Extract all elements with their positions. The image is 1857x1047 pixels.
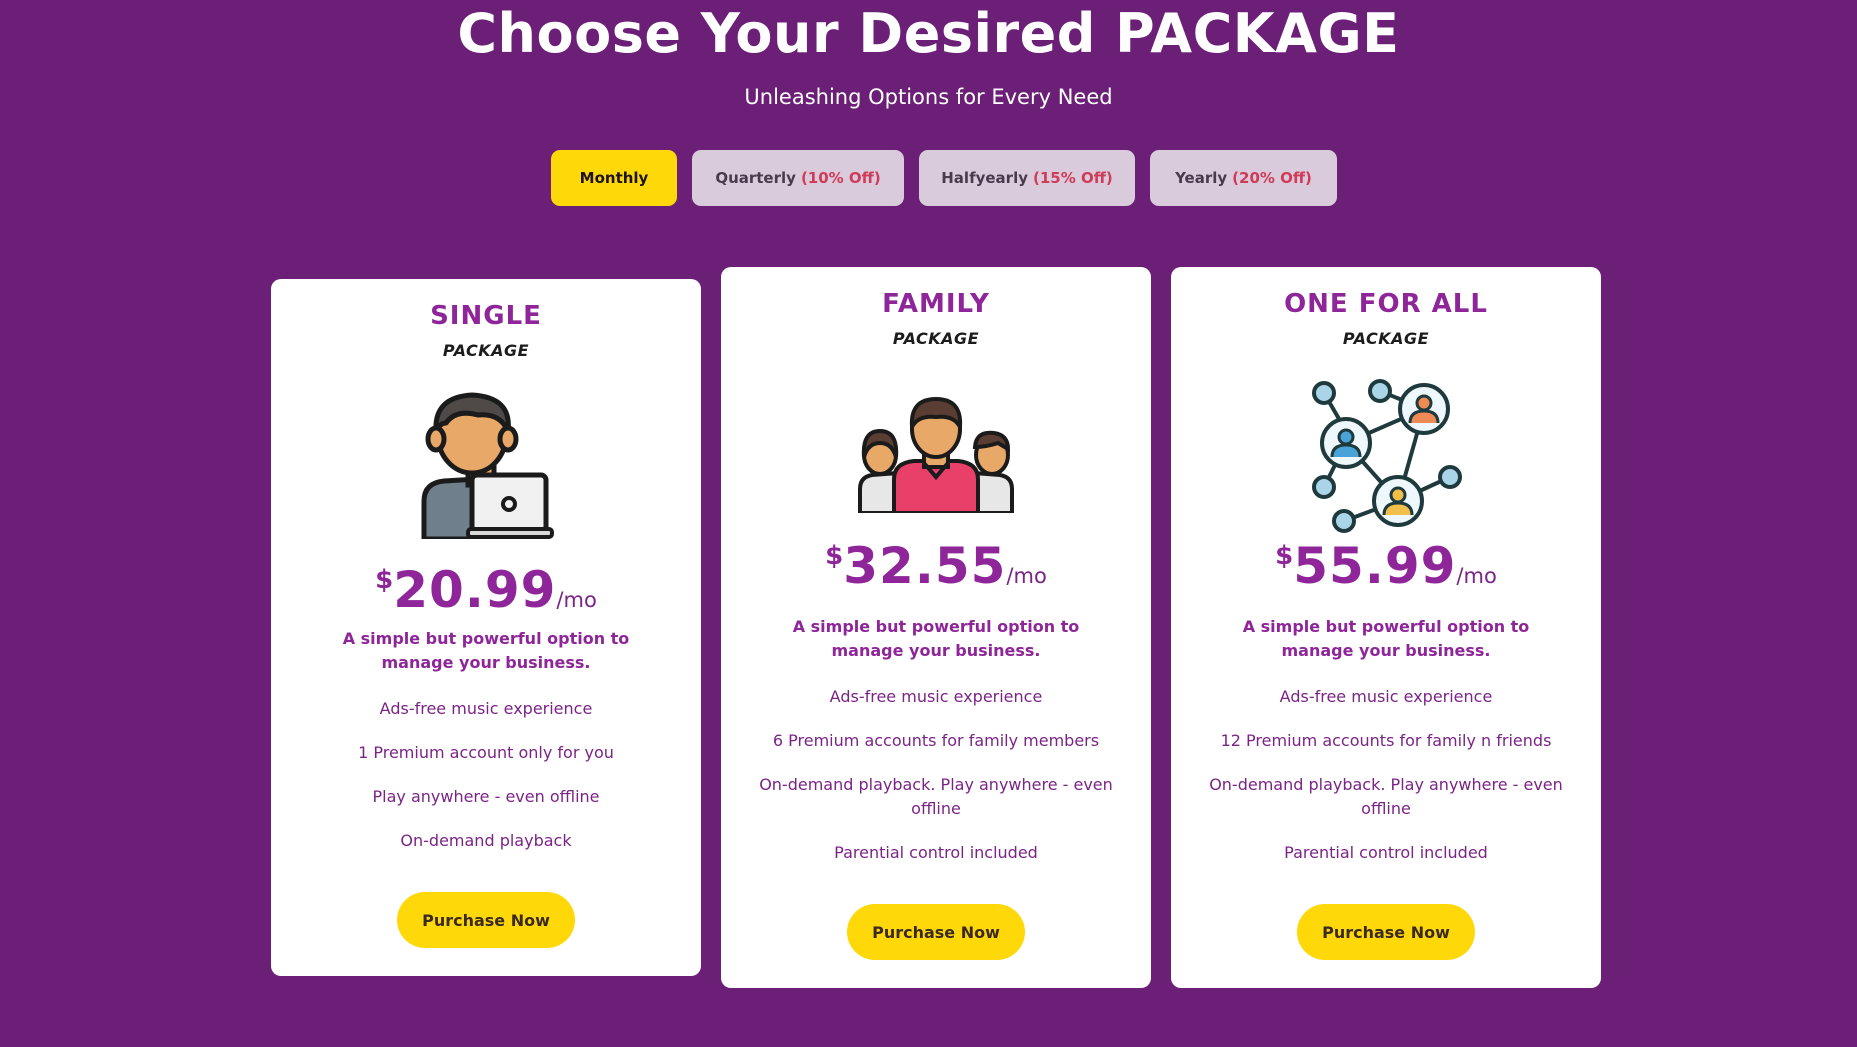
plan-subtitle: PACKAGE [442,341,530,360]
price-currency: $ [825,541,844,571]
plan-subtitle: PACKAGE [1342,329,1430,348]
tab-quarterly-label: Quarterly [715,169,796,187]
tab-halfyearly-label: Halfyearly [941,169,1028,187]
family-icon [858,396,1014,515]
feature-list: Ads-free music experience 1 Premium acco… [301,697,671,873]
purchase-now-button[interactable]: Purchase Now [397,892,575,948]
purchase-now-button[interactable]: Purchase Now [1297,904,1475,960]
price-period: /mo [556,588,597,612]
tab-yearly[interactable]: Yearly (20% Off) [1150,150,1337,206]
feature-list: Ads-free music experience 12 Premium acc… [1201,685,1571,885]
network-users-icon [1308,377,1464,533]
feature-item: Ads-free music experience [1279,687,1493,706]
price-currency: $ [1275,541,1294,571]
price-period: /mo [1456,564,1497,588]
plan-card-single: SINGLE PACKAGE $20.99/mo A simple but po… [271,279,701,976]
tab-quarterly-discount: (10% Off) [800,169,881,187]
plan-description: A simple but powerful option to manage y… [1242,617,1530,660]
price-amount: 32.55 [843,537,1007,595]
tab-monthly[interactable]: Monthly [551,150,677,206]
plan-description: A simple but powerful option to manage y… [792,617,1080,660]
feature-item: 1 Premium account only for you [358,743,614,762]
price-currency: $ [375,565,394,595]
feature-item: Parential control included [834,843,1038,862]
price-period: /mo [1006,564,1047,588]
tab-yearly-label: Yearly [1175,169,1228,187]
person-laptop-icon [416,389,556,542]
feature-item: Parential control included [1284,843,1488,862]
feature-item: On-demand playback. Play anywhere - even… [759,775,1113,818]
plan-description: A simple but powerful option to manage y… [342,629,630,672]
tab-halfyearly[interactable]: Halfyearly (15% Off) [919,150,1135,206]
page-title: Choose Your Desired PACKAGE [457,2,1400,65]
plan-card-family: FAMILY PACKAGE $32.55/mo A simple but po… [721,267,1151,988]
tab-halfyearly-discount: (15% Off) [1032,169,1113,187]
feature-item: On-demand playback. Play anywhere - even… [1209,775,1563,818]
tab-quarterly[interactable]: Quarterly (10% Off) [692,150,904,206]
tab-monthly-label: Monthly [579,169,649,187]
feature-item: On-demand playback [400,831,572,850]
feature-item: 6 Premium accounts for family members [772,731,1100,750]
price: $55.99/mo [1171,537,1601,595]
price: $32.55/mo [721,537,1151,595]
billing-period-tabs: Monthly Quarterly (10% Off) Halfyearly (… [0,150,1857,206]
purchase-now-button[interactable]: Purchase Now [847,904,1025,960]
plan-name: SINGLE [430,301,542,331]
plan-name: ONE FOR ALL [1284,289,1488,319]
feature-list: Ads-free music experience 6 Premium acco… [751,685,1121,885]
price-amount: 55.99 [1293,537,1457,595]
plan-subtitle: PACKAGE [892,329,980,348]
plan-name: FAMILY [882,289,990,319]
plan-card-one-for-all: ONE FOR ALL PACKAGE $55.99/mo A simple b… [1171,267,1601,988]
price: $20.99/mo [271,561,701,619]
feature-item: Ads-free music experience [829,687,1043,706]
feature-item: Play anywhere - even offline [372,787,600,806]
feature-item: Ads-free music experience [379,699,593,718]
page-subtitle: Unleashing Options for Every Need [744,85,1113,109]
feature-item: 12 Premium accounts for family n friends [1220,731,1552,750]
price-amount: 20.99 [393,561,557,619]
tab-yearly-discount: (20% Off) [1232,169,1312,187]
